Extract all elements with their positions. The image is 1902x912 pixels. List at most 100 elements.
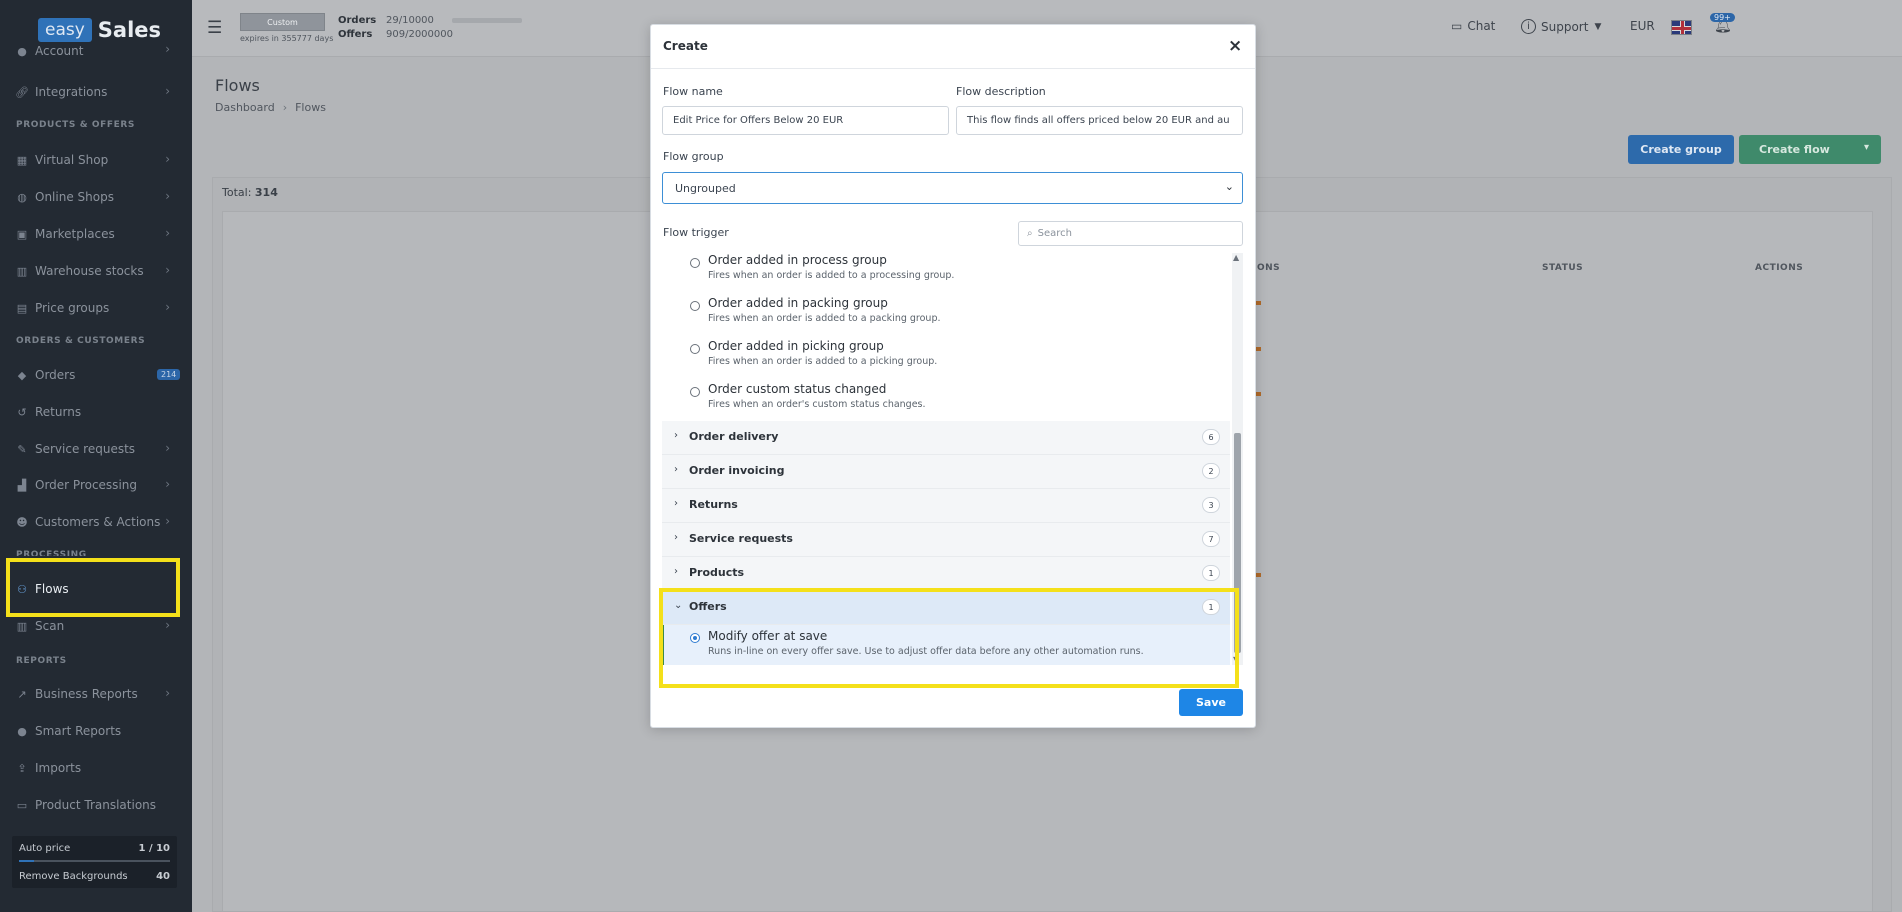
trigger-option[interactable]: Order added in packing group Fires when … (662, 296, 1230, 339)
trigger-description: Fires when an order is added to a packin… (708, 313, 941, 324)
radio-button[interactable] (690, 387, 700, 397)
sidebar-item-label: Service requests (35, 442, 136, 456)
create-flow-modal: Create × Flow name Edit Price for Offers… (650, 24, 1256, 728)
chevron-right-icon: › (674, 464, 678, 475)
create-group-button[interactable]: Create group (1628, 135, 1734, 164)
category-returns[interactable]: › Returns 3 (662, 489, 1230, 523)
plan-expiry: expires in 355777 days (240, 34, 334, 43)
section-products-offers: PRODUCTS & OFFERS (16, 120, 136, 130)
globe-icon: ◍ (17, 190, 27, 204)
language-flag-icon[interactable] (1671, 20, 1692, 35)
flow-group-select[interactable]: Ungrouped ⌄ (662, 172, 1243, 204)
category-service-requests[interactable]: › Service requests 7 (662, 523, 1230, 557)
sidebar-item-label: Returns (35, 405, 82, 419)
flow-description-label: Flow description (956, 85, 1046, 98)
sidebar-item-imports[interactable]: ⇪ Imports (0, 754, 192, 782)
sidebar-item-returns[interactable]: ↺ Returns (0, 398, 192, 426)
chevron-down-icon[interactable]: ▾ (1864, 142, 1869, 153)
chevron-right-icon: › (674, 498, 678, 509)
support-label: Support (1541, 19, 1589, 34)
sidebar: easy Sales ● Account › 🔗︎ Integrations ›… (0, 0, 192, 912)
breadcrumb-separator-icon: › (282, 101, 288, 114)
flow-description-input[interactable]: This flow finds all offers priced below … (956, 106, 1243, 135)
currency-selector[interactable]: EUR (1630, 19, 1655, 33)
sidebar-item-label: Price groups (35, 301, 110, 315)
marketplace-icon: ▣ (16, 227, 28, 241)
orders-usage-label: Orders (338, 15, 377, 26)
auto-price-progress-fill (19, 860, 35, 862)
sidebar-item-label: Account (35, 44, 84, 58)
total-value: 314 (254, 186, 278, 199)
page-title: Flows (215, 76, 260, 95)
scrollbar-thumb[interactable] (1234, 433, 1241, 653)
trigger-search-input[interactable]: ⌕ Search (1018, 221, 1243, 246)
category-products[interactable]: › Products 1 (662, 557, 1230, 591)
category-count: 3 (1202, 497, 1220, 513)
auto-price-label: Auto price (19, 842, 71, 854)
sidebar-item-marketplaces[interactable]: ▣ Marketplaces › (0, 220, 192, 248)
breadcrumb-current: Flows (295, 101, 326, 114)
remove-bg-label: Remove Backgrounds (19, 870, 128, 882)
close-icon[interactable]: × (1228, 36, 1242, 56)
app-logo[interactable]: easy Sales (38, 16, 161, 44)
sidebar-item-flows[interactable]: ⚇ Flows (0, 575, 192, 603)
sidebar-item-service-requests[interactable]: ✎ Service requests › (0, 435, 192, 463)
chevron-right-icon: › (165, 477, 170, 491)
sidebar-item-virtual-shop[interactable]: ▦ Virtual Shop › (0, 146, 192, 174)
chevron-right-icon: › (165, 226, 170, 240)
trigger-list-scrollbar[interactable]: ▲ ▼ (1232, 253, 1243, 665)
category-order-invoicing[interactable]: › Order invoicing 2 (662, 455, 1230, 489)
sidebar-item-product-translations[interactable]: ▭ Product Translations (0, 791, 192, 819)
trigger-list: Order added in process group Fires when … (662, 253, 1230, 665)
sidebar-item-warehouse-stocks[interactable]: ▥ Warehouse stocks › (0, 257, 192, 285)
column-header-actions: ACTIONS (1755, 263, 1804, 273)
sidebar-item-price-groups[interactable]: ▤ Price groups › (0, 294, 192, 322)
category-count: 2 (1202, 463, 1220, 479)
breadcrumb-home[interactable]: Dashboard (215, 101, 275, 114)
user-icon: ● (17, 44, 27, 58)
usage-limits-panel: Auto price 1 / 10 Remove Backgrounds 40 (12, 836, 177, 888)
save-button[interactable]: Save (1179, 689, 1243, 716)
offers-usage-value: 909/2000000 (386, 29, 453, 40)
upload-icon: ⇪ (17, 761, 27, 775)
support-dropdown[interactable]: i Support ▼ (1521, 19, 1601, 34)
auto-price-usage: Auto price 1 / 10 (19, 840, 170, 856)
sidebar-item-label: Marketplaces (35, 227, 115, 241)
category-name: Order invoicing (689, 464, 785, 477)
sidebar-item-order-processing[interactable]: ▟ Order Processing › (0, 471, 192, 499)
category-offers[interactable]: ⌄ Offers 1 (662, 591, 1230, 625)
menu-toggle-icon[interactable]: ☰ (207, 18, 222, 38)
trigger-option[interactable]: Order added in picking group Fires when … (662, 339, 1230, 382)
chat-button[interactable]: ▭ Chat (1451, 19, 1495, 33)
radio-button[interactable] (690, 344, 700, 354)
sidebar-item-customers-actions[interactable]: ☻ Customers & Actions › (0, 508, 192, 536)
category-name: Offers (689, 600, 727, 613)
scroll-down-icon[interactable]: ▼ (1233, 655, 1239, 664)
plan-badge[interactable]: Custom (240, 13, 325, 31)
category-count: 1 (1202, 599, 1220, 615)
flow-name-input[interactable]: Edit Price for Offers Below 20 EUR (662, 106, 949, 135)
sidebar-item-online-shops[interactable]: ◍ Online Shops › (0, 183, 192, 211)
radio-button[interactable] (690, 301, 700, 311)
sidebar-item-smart-reports[interactable]: ● Smart Reports (0, 717, 192, 745)
sidebar-item-integrations[interactable]: 🔗︎ Integrations › (0, 78, 192, 106)
language-icon: ▭ (16, 798, 28, 812)
category-order-delivery[interactable]: › Order delivery 6 (662, 421, 1230, 455)
sidebar-item-scan[interactable]: ▥ Scan › (0, 612, 192, 640)
create-flow-label: Create flow (1759, 143, 1830, 156)
radio-button-selected[interactable] (690, 633, 700, 643)
trigger-option[interactable]: Order added in process group Fires when … (662, 253, 1230, 296)
create-flow-button[interactable]: Create flow ▾ (1739, 135, 1881, 164)
sidebar-item-business-reports[interactable]: ↗ Business Reports › (0, 680, 192, 708)
chevron-right-icon: › (165, 152, 170, 166)
scroll-up-icon[interactable]: ▲ (1233, 253, 1239, 262)
lightbulb-icon: ● (17, 724, 27, 738)
trigger-option-modify-offer[interactable]: Modify offer at save Runs in-line on eve… (662, 625, 1230, 665)
sidebar-item-orders[interactable]: ◆ Orders 214 (0, 361, 192, 389)
chevron-right-icon: › (165, 441, 170, 455)
sidebar-item-account[interactable]: ● Account › (0, 44, 192, 58)
radio-button[interactable] (690, 258, 700, 268)
chart-line-icon: ↗ (17, 687, 27, 701)
trigger-option[interactable]: Order custom status changed Fires when a… (662, 382, 1230, 425)
trigger-description: Fires when an order's custom status chan… (708, 399, 926, 410)
